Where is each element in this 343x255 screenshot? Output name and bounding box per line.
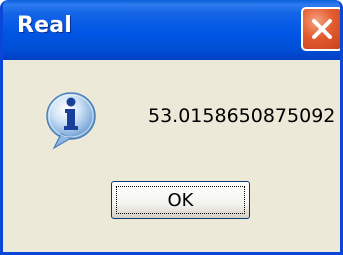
close-button[interactable] [301,7,340,51]
info-icon [39,88,103,152]
title-bar[interactable]: Real [3,0,340,60]
ok-button[interactable]: OK [111,181,250,219]
dialog-body: 53.0158650875092 OK [3,60,340,252]
message-box-window: Real 53.0158650875092 OK [0,0,343,255]
close-icon [312,19,332,39]
message-text: 53.0158650875092 [148,105,336,127]
ok-button-label: OK [167,189,194,211]
window-title: Real [17,13,73,38]
